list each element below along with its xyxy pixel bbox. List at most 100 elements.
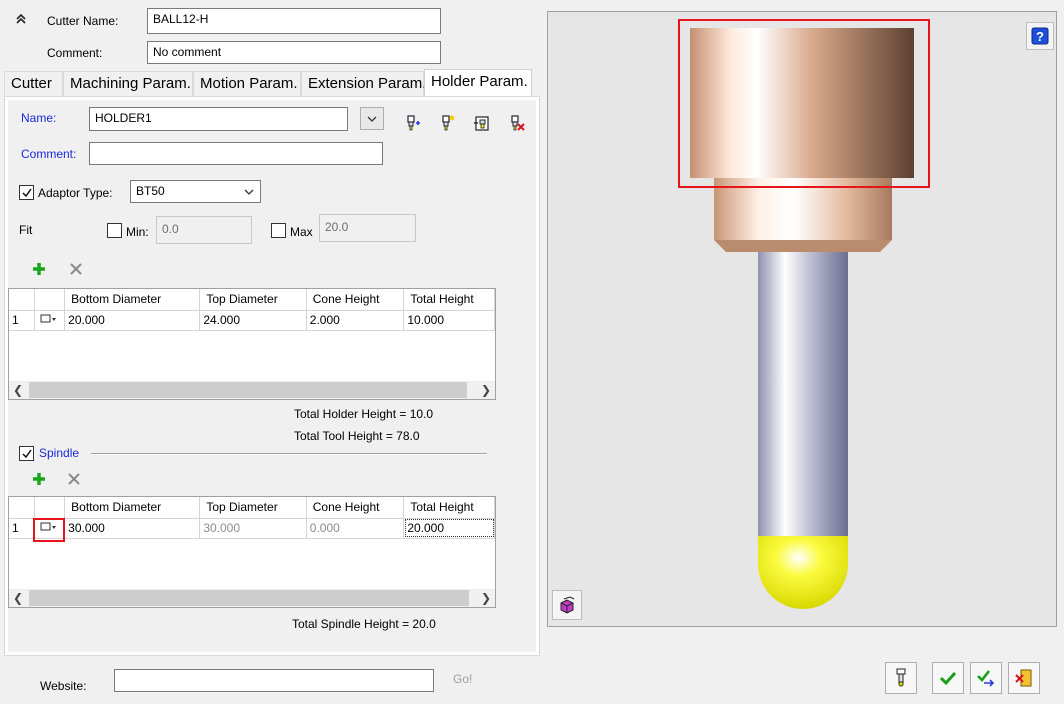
rect-shape-icon (40, 314, 57, 323)
total-spindle-height: Total Spindle Height = 20.0 (292, 617, 436, 631)
apply-button[interactable] (970, 662, 1002, 694)
chevron-down-icon (367, 116, 377, 122)
top-diameter-header: Top Diameter (199, 497, 307, 519)
scroll-right-icon[interactable]: ❯ (477, 381, 495, 399)
help-button[interactable]: ? (1026, 22, 1054, 50)
adaptor-type-checkbox[interactable] (19, 185, 34, 200)
cutter-comment-label: Comment: (47, 46, 103, 60)
view-cube-button[interactable] (552, 590, 582, 620)
delete-holder-button[interactable] (505, 111, 529, 135)
spindle-separator (91, 453, 487, 455)
checkmark-icon (21, 188, 32, 197)
cone-height-header: Cone Height (306, 289, 405, 311)
cutter-shank (758, 252, 848, 536)
param-tabs: Cutter Machining Param. Motion Param. Ex… (4, 69, 532, 97)
row-type-header (34, 497, 66, 519)
tool-preview-viewport[interactable]: ? (547, 11, 1057, 627)
cone-height-cell[interactable]: 2.000 (306, 310, 405, 331)
exit-button[interactable] (1008, 662, 1040, 694)
cutter-library-button[interactable] (885, 662, 917, 694)
table-row[interactable]: 1 20.000 24.000 2.000 10.000 (9, 310, 495, 331)
svg-text:?: ? (1036, 29, 1044, 44)
go-button[interactable]: Go! (453, 672, 472, 686)
fit-max-input[interactable]: 20.0 (319, 214, 416, 242)
delete-holder-row-button[interactable] (64, 257, 88, 281)
fit-min-input[interactable]: 0.0 (156, 216, 252, 244)
cutter-name-input[interactable]: BALL12-H (147, 8, 441, 34)
check-arrow-icon (977, 670, 995, 687)
row-shape-selector[interactable] (34, 310, 66, 331)
bottom-diameter-cell[interactable]: 30.000 (64, 518, 201, 539)
delete-spindle-row-button[interactable] (62, 467, 86, 491)
spindle-label: Spindle (39, 446, 80, 460)
spindle-checkbox[interactable] (19, 446, 34, 461)
total-height-cell[interactable]: 20.000 (403, 518, 495, 539)
bottom-diameter-cell[interactable]: 20.000 (64, 310, 201, 331)
holder-comment-input[interactable] (89, 142, 383, 165)
chevron-down-icon (244, 189, 254, 195)
help-icon: ? (1031, 27, 1049, 45)
scroll-left-icon[interactable]: ❮ (9, 589, 27, 607)
fit-min-checkbox[interactable] (107, 223, 122, 238)
total-holder-height: Total Holder Height = 10.0 (294, 407, 434, 421)
total-height-cell[interactable]: 10.000 (403, 310, 495, 331)
ball-nose-tip (758, 536, 848, 609)
fit-max-checkbox[interactable] (271, 223, 286, 238)
spindle-table-scrollbar[interactable]: ❮ ❯ (9, 589, 495, 607)
bottom-diameter-header: Bottom Diameter (64, 497, 201, 519)
ok-button[interactable] (932, 662, 964, 694)
website-input[interactable] (114, 669, 434, 692)
total-height-header: Total Height (403, 289, 495, 311)
row-index-header (9, 289, 36, 311)
holder-cone (714, 240, 892, 252)
tool-icon (896, 668, 906, 687)
cutter-comment-input[interactable]: No comment (147, 41, 441, 64)
bottom-diameter-header: Bottom Diameter (64, 289, 201, 311)
adaptor-type-select[interactable]: BT50 (130, 180, 261, 203)
row-index: 1 (9, 518, 36, 539)
holder-table-scrollbar[interactable]: ❮ ❯ (9, 381, 495, 399)
cube-icon (560, 596, 575, 614)
spindle-shape-highlight (33, 518, 65, 542)
collapse-chevron-icon[interactable] (14, 12, 28, 26)
row-type-header (34, 289, 66, 311)
holder-name-input[interactable]: HOLDER1 (89, 107, 348, 131)
tab-extension-param[interactable]: Extension Param. (301, 71, 426, 97)
table-row[interactable]: 1 30.000 30.000 0.000 20.000 (9, 518, 495, 539)
scroll-right-icon[interactable]: ❯ (477, 589, 495, 607)
scroll-thumb[interactable] (29, 382, 467, 398)
row-index-header (9, 497, 36, 519)
total-tool-height: Total Tool Height = 78.0 (294, 429, 420, 443)
holder-delete-icon (511, 115, 525, 131)
cutter-name-label: Cutter Name: (47, 14, 119, 28)
add-spindle-row-button[interactable] (27, 467, 51, 491)
scroll-left-icon[interactable]: ❮ (9, 381, 27, 399)
holder-name-dropdown-button[interactable] (360, 107, 384, 130)
holder-sections-table: Bottom Diameter Top Diameter Cone Height… (8, 288, 496, 400)
plus-icon (33, 473, 45, 485)
add-holder-row-button[interactable] (27, 257, 51, 281)
tab-motion-param[interactable]: Motion Param. (193, 71, 301, 97)
save-holder-button[interactable] (470, 111, 494, 135)
scroll-thumb[interactable] (29, 590, 469, 606)
add-holder-button[interactable] (400, 111, 424, 135)
row-index: 1 (9, 310, 36, 331)
holder-comment-label: Comment: (21, 147, 77, 161)
cone-height-cell: 0.000 (306, 518, 405, 539)
tab-cutter[interactable]: Cutter (4, 71, 63, 97)
tab-machining-param[interactable]: Machining Param. (63, 71, 193, 97)
top-diameter-cell[interactable]: 24.000 (199, 310, 307, 331)
holder-add-icon (407, 115, 420, 131)
delete-x-icon (70, 263, 82, 275)
new-holder-button[interactable] (435, 111, 459, 135)
delete-x-icon (68, 473, 80, 485)
top-diameter-cell: 30.000 (199, 518, 307, 539)
holder-save-icon (474, 116, 489, 131)
cone-height-header: Cone Height (306, 497, 405, 519)
exit-icon (1015, 669, 1032, 687)
adaptor-type-value: BT50 (136, 184, 165, 198)
checkmark-icon (21, 449, 32, 458)
fit-label: Fit (19, 223, 33, 237)
tab-holder-param[interactable]: Holder Param. (424, 69, 532, 97)
fit-max-label: Max (290, 225, 313, 239)
